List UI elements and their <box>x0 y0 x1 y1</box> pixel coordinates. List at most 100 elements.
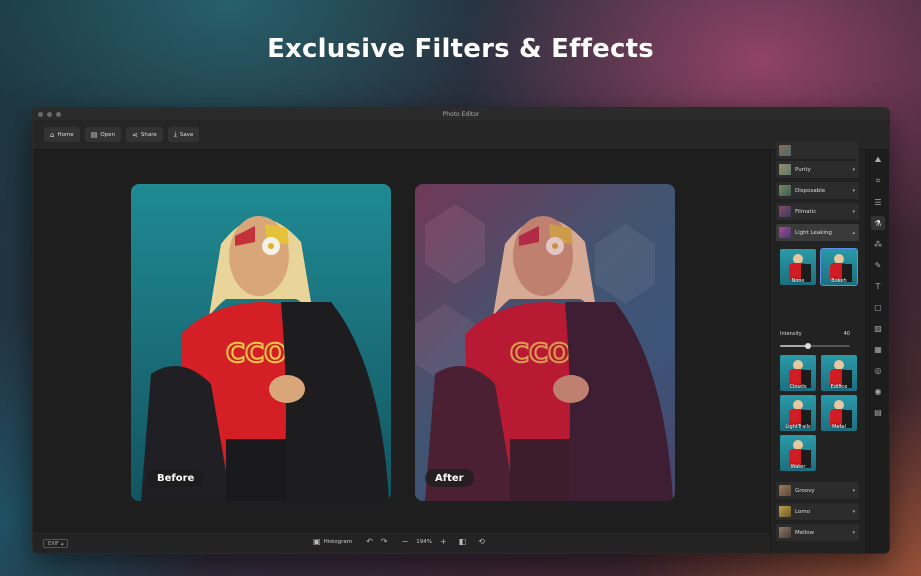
texture-icon[interactable]: ▨ <box>871 321 885 335</box>
filter-tile-label: Water <box>790 464 806 470</box>
filter-thumb <box>779 145 791 156</box>
window-title: Photo Editor <box>442 110 480 118</box>
filter-tile-label: Bokeh <box>831 278 847 284</box>
histogram-label: Histogram <box>323 538 353 545</box>
filter-tile-label: Edifice <box>830 384 848 390</box>
save-button[interactable]: ⤓ Save <box>167 127 200 142</box>
compare-icon[interactable]: ◧ <box>459 537 467 546</box>
redo-icon[interactable]: ↷ <box>381 537 388 546</box>
filter-tile-none[interactable]: None <box>780 249 816 285</box>
filter-group-label: Filmatic <box>795 208 817 215</box>
filter-thumb <box>779 185 791 196</box>
view-controls: ▣ Histogram ↶ ↷ − 194% + ◧ ⟲ <box>313 537 485 546</box>
chevron-up-icon: ▴ <box>60 540 64 547</box>
top-toolbar: ⌂ Home ▤ Open ⋖ Share ⤓ Save <box>33 120 889 150</box>
filter-group-label: Lomo <box>795 508 811 515</box>
chevron-down-icon: ▾ <box>852 487 855 494</box>
filter-tile-bokeh[interactable]: Bokeh <box>820 248 858 286</box>
before-photo-image: CCO <box>141 216 389 501</box>
document-icon[interactable]: ▤ <box>871 405 885 419</box>
filter-tile-clouds[interactable]: Clouds <box>780 355 816 391</box>
home-button-label: Home <box>57 131 74 138</box>
before-photo: CCO Before <box>131 184 391 501</box>
after-photo: CCO After <box>415 184 675 501</box>
chevron-down-icon: ▾ <box>852 187 855 194</box>
filter-tile-label: Metal <box>832 424 846 430</box>
filter-group-groovy[interactable]: Groovy ▾ <box>776 482 859 499</box>
home-icon: ⌂ <box>50 130 55 139</box>
open-button[interactable]: ▤ Open <box>84 127 122 142</box>
filter-thumb <box>779 227 791 238</box>
text-icon[interactable]: T <box>871 279 885 293</box>
filter-tile-label: None <box>791 278 805 284</box>
adjust-icon[interactable]: ⛰ <box>871 153 885 167</box>
undo-icon[interactable]: ↶ <box>366 537 373 546</box>
filter-tile-lighttrails[interactable]: LightTrails <box>780 395 816 431</box>
share-button[interactable]: ⋖ Share <box>126 127 163 142</box>
after-photo-image: CCO <box>415 184 675 501</box>
filter-group-label: Groovy <box>795 487 815 494</box>
filter-group-disposable[interactable]: Disposable ▾ <box>776 182 859 199</box>
filter-group-mellow[interactable]: Mellow ▾ <box>776 524 859 541</box>
filter-group-light-leaking[interactable]: Light Leaking ▴ <box>776 224 859 241</box>
filter-group-label: Purity <box>795 166 811 173</box>
crop-icon[interactable]: ⌗ <box>871 174 885 188</box>
filter-panel: Purity ▾ Disposable ▾ Filmatic ▾ Light L… <box>770 142 865 553</box>
filter-tile-label: LightTrails <box>785 424 811 430</box>
filter-group-purity[interactable]: Purity ▾ <box>776 161 859 178</box>
filter-group-filmatic[interactable]: Filmatic ▾ <box>776 203 859 220</box>
save-button-label: Save <box>179 131 194 138</box>
chevron-down-icon: ▾ <box>852 529 855 536</box>
overlay-icon[interactable]: ▦ <box>871 342 885 356</box>
share-button-label: Share <box>140 131 157 138</box>
filter-group-lomo[interactable]: Lomo ▾ <box>776 503 859 520</box>
filter-thumb <box>779 506 791 517</box>
intensity-row: Intensity 40 <box>780 331 850 337</box>
filter-flask-icon[interactable]: ⚗ <box>871 216 885 230</box>
vignette-icon[interactable]: ◎ <box>871 363 885 377</box>
home-button[interactable]: ⌂ Home <box>44 127 80 142</box>
filter-group-label: Light Leaking <box>795 229 832 236</box>
filter-tile-label: Clouds <box>789 384 807 390</box>
app-window: Photo Editor ⌂ Home ▤ Open ⋖ Share ⤓ Sav… <box>32 107 890 554</box>
brush-icon[interactable]: ✎ <box>871 258 885 272</box>
intensity-slider-knob[interactable] <box>805 343 811 349</box>
filter-group-partial[interactable] <box>776 142 859 159</box>
filter-tile-metal[interactable]: Metal <box>821 395 857 431</box>
chevron-down-icon: ▾ <box>852 208 855 215</box>
filter-thumb <box>779 485 791 496</box>
after-label: After <box>425 469 474 487</box>
intensity-label: Intensity <box>780 331 802 337</box>
focus-icon[interactable]: ◉ <box>871 384 885 398</box>
intensity-slider[interactable] <box>780 343 850 349</box>
chevron-up-icon: ▴ <box>852 229 855 236</box>
intensity-slider-fill <box>780 345 808 347</box>
exif-label: EXIF <box>48 540 59 547</box>
filter-thumb <box>779 164 791 175</box>
file-icon: ▤ <box>90 130 98 139</box>
share-icon: ⋖ <box>132 130 138 139</box>
filter-group-label: Disposable <box>795 187 826 194</box>
reset-icon[interactable]: ⟲ <box>478 537 485 546</box>
before-label: Before <box>147 469 205 487</box>
zoom-in-icon[interactable]: + <box>440 537 447 546</box>
image-icon: ▣ <box>313 537 321 546</box>
histogram-button[interactable]: ▣ Histogram <box>313 537 352 546</box>
chevron-down-icon: ▾ <box>852 166 855 173</box>
open-button-label: Open <box>100 131 116 138</box>
page-headline: Exclusive Filters & Effects <box>267 34 654 64</box>
title-bar: Photo Editor <box>33 108 889 120</box>
svg-text:CCO: CCO <box>226 339 286 369</box>
photo-canvas: CCO Before CCO <box>33 150 770 531</box>
filter-tile-water[interactable]: Water <box>780 435 816 471</box>
sliders-icon[interactable]: ☰ <box>871 195 885 209</box>
filter-group-label: Mellow <box>795 529 815 536</box>
exif-button[interactable]: EXIF ▴ <box>43 539 69 548</box>
zoom-out-icon[interactable]: − <box>402 537 409 546</box>
filter-tile-edifice[interactable]: Edifice <box>821 355 857 391</box>
chevron-down-icon: ▾ <box>852 508 855 515</box>
download-icon: ⤓ <box>173 130 177 138</box>
effects-icon[interactable]: ⁂ <box>871 237 885 251</box>
intensity-value: 40 <box>843 331 850 337</box>
frame-icon[interactable]: ▢ <box>871 300 885 314</box>
